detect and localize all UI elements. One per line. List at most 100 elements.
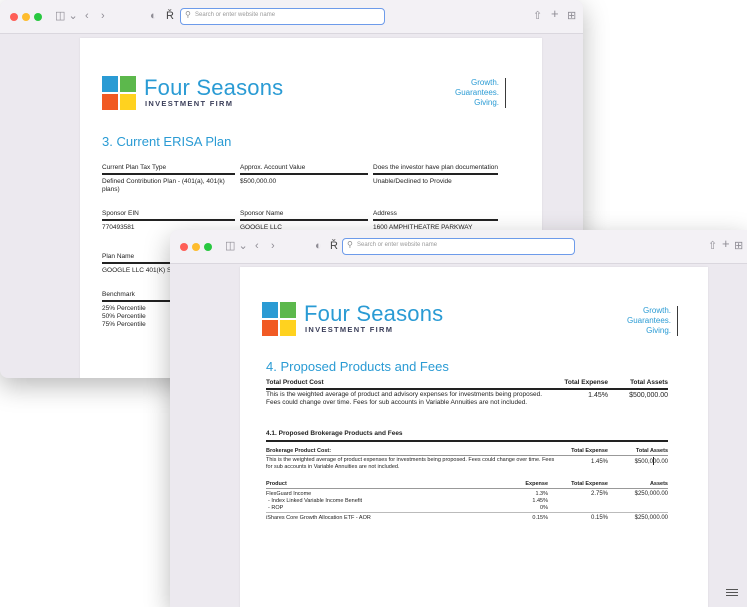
shield-icon[interactable]: ◐ — [315, 239, 322, 253]
logo-square-green — [120, 76, 136, 92]
front-toolbar: ◫ ⌄ ‹ › ◐ Ř ⚲ Search or enter website na… — [170, 230, 747, 264]
brand-logo — [262, 302, 296, 336]
share-icon[interactable]: ⇧ — [708, 239, 717, 253]
header-divider — [102, 219, 235, 221]
share-icon[interactable]: ⇧ — [533, 9, 542, 23]
sidebar-icon[interactable]: ◫ ⌄ — [55, 9, 78, 23]
header-divider — [266, 388, 668, 390]
sub-product-name: - ROP — [268, 505, 284, 511]
brokerage-assets-value: $500,000.00 — [634, 459, 668, 465]
product-assets: $250,000.00 — [634, 491, 668, 497]
product-assets: $250,000.00 — [634, 515, 668, 521]
brokerage-cost-header: Brokerage Product Cost: — [266, 448, 332, 454]
back-toolbar: ◫ ⌄ ‹ › ◐ Ř ⚲ Search or enter website na… — [0, 0, 583, 34]
table-header-divider — [266, 488, 668, 489]
maximize-window-button[interactable] — [34, 13, 42, 21]
column-header: Address — [373, 210, 397, 217]
logo-square-yellow — [120, 94, 136, 110]
column-header: Approx. Account Value — [240, 164, 306, 171]
account-value: $500,000.00 — [240, 178, 277, 185]
sub-product-expense: 0% — [540, 505, 548, 511]
brand-logo — [102, 76, 136, 110]
column-header: Sponsor Name — [240, 210, 284, 217]
benchmark-item: 50% Percentile — [102, 313, 146, 320]
settings-sliders-icon[interactable] — [726, 588, 738, 598]
subsection-title: 4.1. Proposed Brokerage Products and Fee… — [266, 430, 403, 437]
plan-name-value: GOOGLE LLC 401(K) S — [102, 267, 172, 274]
shield-icon[interactable]: ◐ — [150, 9, 157, 23]
logo-square-orange — [262, 320, 278, 336]
logo-square-blue — [102, 76, 118, 92]
chevron-left-icon[interactable]: ‹ — [85, 9, 89, 23]
plan-tax-type-value: Defined Contribution Plan - (401(a), 401… — [102, 178, 225, 193]
total-assets-header: Total Assets — [630, 379, 668, 386]
brand-tagline: Growth. Guarantees. Giving. — [455, 78, 506, 108]
brand-tagline: Growth. Guarantees. Giving. — [627, 306, 678, 336]
front-browser-window: ◫ ⌄ ‹ › ◐ Ř ⚲ Search or enter website na… — [170, 230, 747, 607]
subsection-divider — [266, 440, 668, 442]
column-header: Plan Name — [102, 253, 135, 260]
front-document-page: Four Seasons INVESTMENT FIRM Growth. Gua… — [240, 267, 708, 607]
tab-overview-icon[interactable]: ⊞ — [734, 239, 743, 253]
total-expense-column-header: Total Expense — [571, 481, 608, 487]
address-placeholder: Search or enter website name — [357, 242, 438, 248]
search-icon: ⚲ — [185, 10, 191, 19]
documentation-value: Unable/Declined to Provide — [373, 178, 452, 185]
close-window-button[interactable] — [180, 243, 188, 251]
brokerage-assets-header: Total Assets — [635, 448, 668, 454]
benchmark-item: 25% Percentile — [102, 305, 146, 312]
minimize-window-button[interactable] — [192, 243, 200, 251]
reader-icon[interactable]: Ř — [330, 239, 338, 253]
new-tab-icon[interactable]: + — [551, 7, 559, 21]
chevron-right-icon[interactable]: › — [101, 9, 105, 23]
brand-name: Four Seasons — [144, 75, 284, 100]
row-divider — [266, 512, 668, 513]
expense-column-header: Expense — [525, 481, 548, 487]
brand-name: Four Seasons — [304, 301, 444, 326]
chevron-left-icon[interactable]: ‹ — [255, 239, 259, 253]
reader-icon[interactable]: Ř — [166, 9, 174, 23]
column-header: Benchmark — [102, 291, 135, 298]
sponsor-ein-value: 770493581 — [102, 224, 135, 231]
column-header: Does the investor have plan documentatio… — [373, 164, 499, 171]
assets-column-header: Assets — [649, 481, 668, 487]
logo-square-blue — [262, 302, 278, 318]
logo-square-yellow — [280, 320, 296, 336]
section-title: 4. Proposed Products and Fees — [266, 359, 449, 374]
column-header: Sponsor EIN — [102, 210, 139, 217]
product-total-expense: 2.75% — [590, 491, 608, 497]
new-tab-icon[interactable]: + — [722, 237, 730, 251]
product-total-expense: 0.15% — [590, 515, 608, 521]
address-bar[interactable]: ⚲ Search or enter website name — [342, 238, 575, 255]
total-expense-header: Total Expense — [564, 379, 608, 386]
close-window-button[interactable] — [10, 13, 18, 21]
total-expense-value: 1.45% — [588, 392, 608, 399]
address-bar[interactable]: ⚲ Search or enter website name — [180, 8, 385, 25]
brand-subtitle: INVESTMENT FIRM — [145, 99, 234, 108]
tab-overview-icon[interactable]: ⊞ — [567, 9, 576, 23]
maximize-window-button[interactable] — [204, 243, 212, 251]
header-divider — [240, 173, 368, 175]
brokerage-cost-description: This is the weighted average of product … — [266, 457, 555, 470]
logo-square-green — [280, 302, 296, 318]
address-placeholder: Search or enter website name — [195, 12, 276, 18]
benchmark-item: 75% Percentile — [102, 321, 146, 328]
chevron-right-icon[interactable]: › — [271, 239, 275, 253]
search-icon: ⚲ — [347, 240, 353, 249]
column-header: Current Plan Tax Type — [102, 164, 167, 171]
header-divider — [240, 219, 368, 221]
total-assets-value: $500,000.00 — [629, 392, 668, 399]
brokerage-expense-header: Total Expense — [571, 448, 608, 454]
header-divider — [373, 219, 498, 221]
brokerage-expense-value: 1.45% — [590, 459, 608, 465]
product-expense: 0.15% — [532, 515, 548, 521]
header-divider — [102, 173, 235, 175]
header-divider — [266, 455, 668, 456]
sidebar-icon[interactable]: ◫ ⌄ — [225, 239, 248, 253]
product-name: iShares Core Growth Allocation ETF - AOR — [266, 515, 371, 521]
brand-subtitle: INVESTMENT FIRM — [305, 325, 394, 334]
text-cursor — [653, 457, 654, 465]
total-cost-description: This is the weighted average of product … — [266, 391, 543, 406]
product-column-header: Product — [266, 481, 287, 487]
minimize-window-button[interactable] — [22, 13, 30, 21]
